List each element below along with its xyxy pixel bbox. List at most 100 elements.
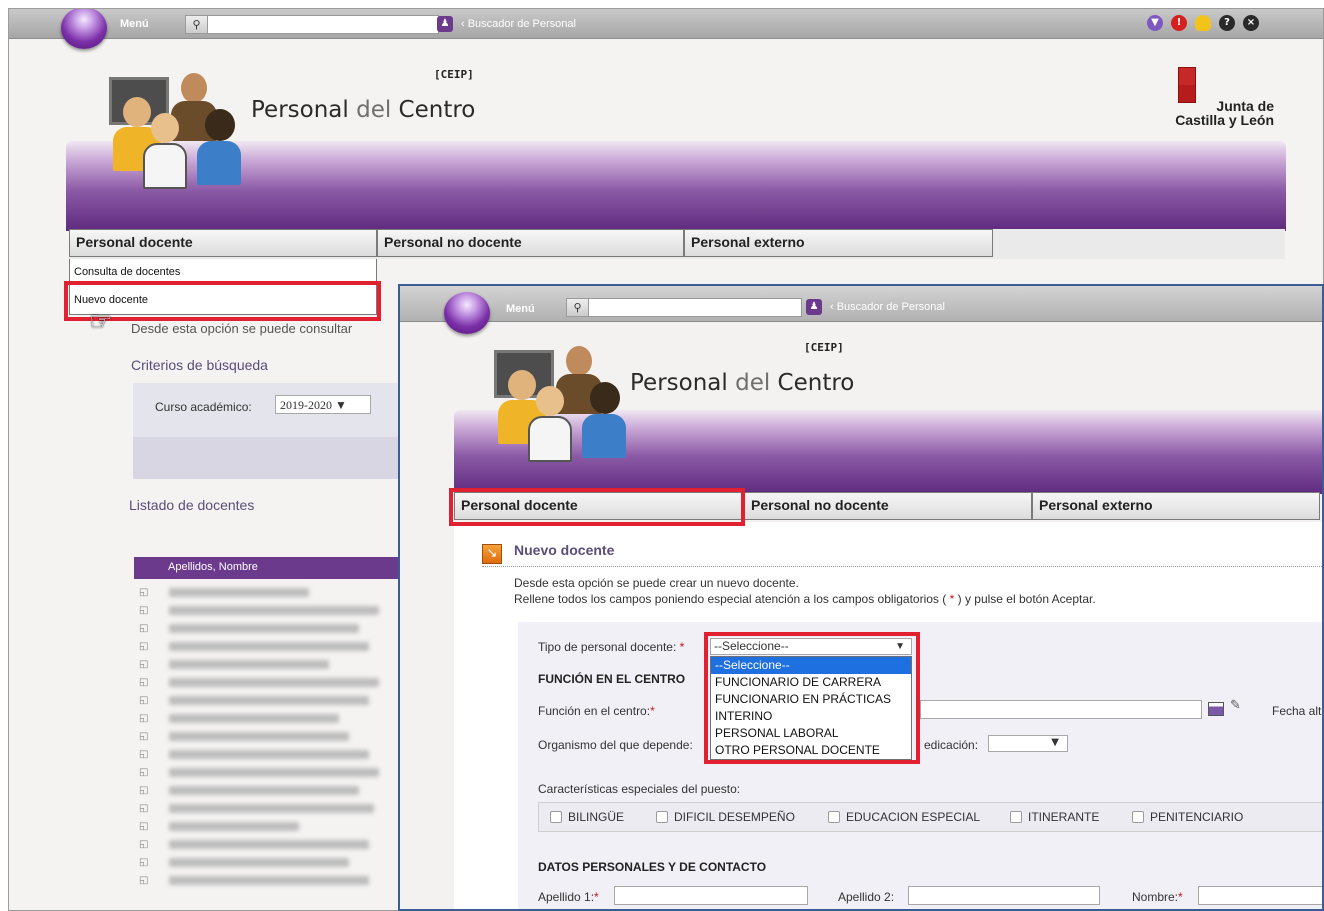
checkbox-itinerante[interactable]: ITINERANTE xyxy=(1010,810,1099,824)
table-row[interactable] xyxy=(169,732,349,741)
row-icon[interactable]: ◱ xyxy=(139,858,151,868)
organismo-label: Organismo del que depende: xyxy=(538,738,693,752)
criteria-footer xyxy=(133,437,433,479)
row-icon[interactable]: ◱ xyxy=(139,750,151,760)
page-title: Personal del Centro xyxy=(251,97,476,123)
row-icon[interactable]: ◱ xyxy=(139,876,151,886)
lightbulb-icon[interactable] xyxy=(1195,15,1211,31)
table-row[interactable] xyxy=(169,606,379,615)
table-row[interactable] xyxy=(169,768,379,777)
download-icon[interactable]: ▼ xyxy=(1147,15,1163,31)
form-description-line1: Desde esta opción se puede crear un nuev… xyxy=(514,576,799,590)
table-row[interactable] xyxy=(169,804,374,813)
apellido1-input[interactable] xyxy=(614,886,808,905)
apellido2-input[interactable] xyxy=(908,886,1100,905)
search-icon[interactable]: ⚲ xyxy=(567,299,589,316)
table-row[interactable] xyxy=(169,876,369,885)
row-icon[interactable]: ◱ xyxy=(139,588,151,598)
table-row[interactable] xyxy=(169,858,349,867)
checkbox-educacion-especial[interactable]: EDUCACION ESPECIAL xyxy=(828,810,980,824)
checkbox-dificil-desempeno[interactable]: DIFICIL DESEMPEÑO xyxy=(656,810,795,824)
section-title: Nuevo docente xyxy=(514,542,615,558)
edit-icon[interactable]: ✎ xyxy=(1230,698,1241,713)
submenu-consulta-docentes[interactable]: Consulta de docentes xyxy=(74,266,180,278)
row-icon[interactable]: ◱ xyxy=(139,786,151,796)
table-row[interactable] xyxy=(169,642,369,651)
avatar-group-icon xyxy=(109,71,241,191)
help-icon[interactable]: ? xyxy=(1219,15,1235,31)
section-arrow-icon: ↘ xyxy=(482,544,502,564)
tab-personal-no-docente[interactable]: Personal no docente xyxy=(744,492,1032,520)
top-bar: Menú ⚲ ♟ ‹ Buscador de Personal ▼ ! ? × xyxy=(9,9,1323,49)
checkbox-bilingue[interactable]: BILINGÜE xyxy=(550,810,624,824)
row-icon[interactable]: ◱ xyxy=(139,696,151,706)
table-row[interactable] xyxy=(169,822,299,831)
row-icon[interactable]: ◱ xyxy=(139,642,151,652)
fecha-alta-label: Fecha alt xyxy=(1272,704,1322,718)
nombre-label: Nombre:* xyxy=(1132,890,1183,904)
breadcrumb[interactable]: ‹ Buscador de Personal xyxy=(830,301,945,313)
table-header: Apellidos, Nombre xyxy=(134,557,414,579)
organization-name: Junta de Castilla y León xyxy=(1175,98,1274,128)
tab-personal-externo[interactable]: Personal externo xyxy=(684,229,993,257)
row-icon[interactable]: ◱ xyxy=(139,678,151,688)
row-icon[interactable]: ◱ xyxy=(139,732,151,742)
row-icon[interactable]: ◱ xyxy=(139,606,151,616)
row-icon[interactable]: ◱ xyxy=(139,624,151,634)
tab-personal-no-docente[interactable]: Personal no docente xyxy=(377,229,684,257)
funcion-section-header: FUNCIÓN EN EL CENTRO xyxy=(538,672,686,686)
search-input[interactable]: ⚲ xyxy=(185,15,439,34)
alert-icon[interactable]: ! xyxy=(1171,15,1187,31)
row-icon[interactable]: ◱ xyxy=(139,822,151,832)
section-divider xyxy=(482,566,1322,567)
table-row[interactable] xyxy=(169,660,329,669)
caracteristicas-label: Características especiales del puesto: xyxy=(538,782,741,796)
calendar-icon[interactable] xyxy=(1208,702,1224,716)
top-bar: Menú ⚲ ♟ ‹ Buscador de Personal xyxy=(400,286,1322,334)
center-code: [CEIP] xyxy=(434,68,474,81)
menu-button[interactable]: Menú xyxy=(506,303,535,315)
app-logo-icon[interactable] xyxy=(444,292,490,334)
course-select[interactable]: 2019-2020 ▼ xyxy=(275,395,371,414)
apellido1-label: Apellido 1:* xyxy=(538,890,599,904)
table-row[interactable] xyxy=(169,840,369,849)
apellido2-label: Apellido 2: xyxy=(838,890,895,904)
table-row[interactable] xyxy=(169,750,369,759)
foreground-window: Menú ⚲ ♟ ‹ Buscador de Personal [CEIP] P… xyxy=(398,284,1324,911)
row-icon[interactable]: ◱ xyxy=(139,840,151,850)
page-title: Personal del Centro xyxy=(630,370,855,396)
menu-button[interactable]: Menú xyxy=(120,18,149,30)
table-row[interactable] xyxy=(169,588,309,597)
row-icon[interactable]: ◱ xyxy=(139,804,151,814)
tab-personal-docente[interactable]: Personal docente xyxy=(69,229,377,257)
table-row[interactable] xyxy=(169,696,369,705)
nombre-input[interactable] xyxy=(1198,886,1322,905)
form-description-line2: Rellene todos los campos poniendo especi… xyxy=(514,592,1096,606)
user-icon[interactable]: ♟ xyxy=(806,299,822,315)
partial-description: Desde esta opción se puede consultar xyxy=(131,321,353,336)
table-row[interactable] xyxy=(169,714,339,723)
table-row[interactable] xyxy=(169,678,379,687)
user-icon[interactable]: ♟ xyxy=(437,16,453,32)
search-criteria-title: Criterios de búsqueda xyxy=(131,357,268,373)
row-icon[interactable]: ◱ xyxy=(139,768,151,778)
avatar-group-icon xyxy=(494,344,626,462)
search-icon[interactable]: ⚲ xyxy=(186,16,208,33)
dedicacion-label: edicación: xyxy=(924,738,979,752)
row-icon[interactable]: ◱ xyxy=(139,714,151,724)
highlight-tab-personal-docente xyxy=(449,488,745,526)
checkbox-penitenciario[interactable]: PENITENCIARIO xyxy=(1132,810,1243,824)
app-logo-icon[interactable] xyxy=(61,9,107,49)
search-input[interactable]: ⚲ xyxy=(566,298,802,317)
close-icon[interactable]: × xyxy=(1243,15,1259,31)
breadcrumb[interactable]: ‹ Buscador de Personal xyxy=(461,18,576,30)
dedicacion-select[interactable]: ▼ xyxy=(988,735,1068,752)
column-apellidos-nombre[interactable]: Apellidos, Nombre xyxy=(168,561,258,573)
funcion-input[interactable] xyxy=(920,700,1202,719)
tab-personal-externo[interactable]: Personal externo xyxy=(1032,492,1320,520)
highlight-dropdown xyxy=(704,632,920,764)
table-row[interactable] xyxy=(169,786,359,795)
table-row[interactable] xyxy=(169,624,359,633)
row-icon[interactable]: ◱ xyxy=(139,660,151,670)
header-band xyxy=(66,141,1286,231)
